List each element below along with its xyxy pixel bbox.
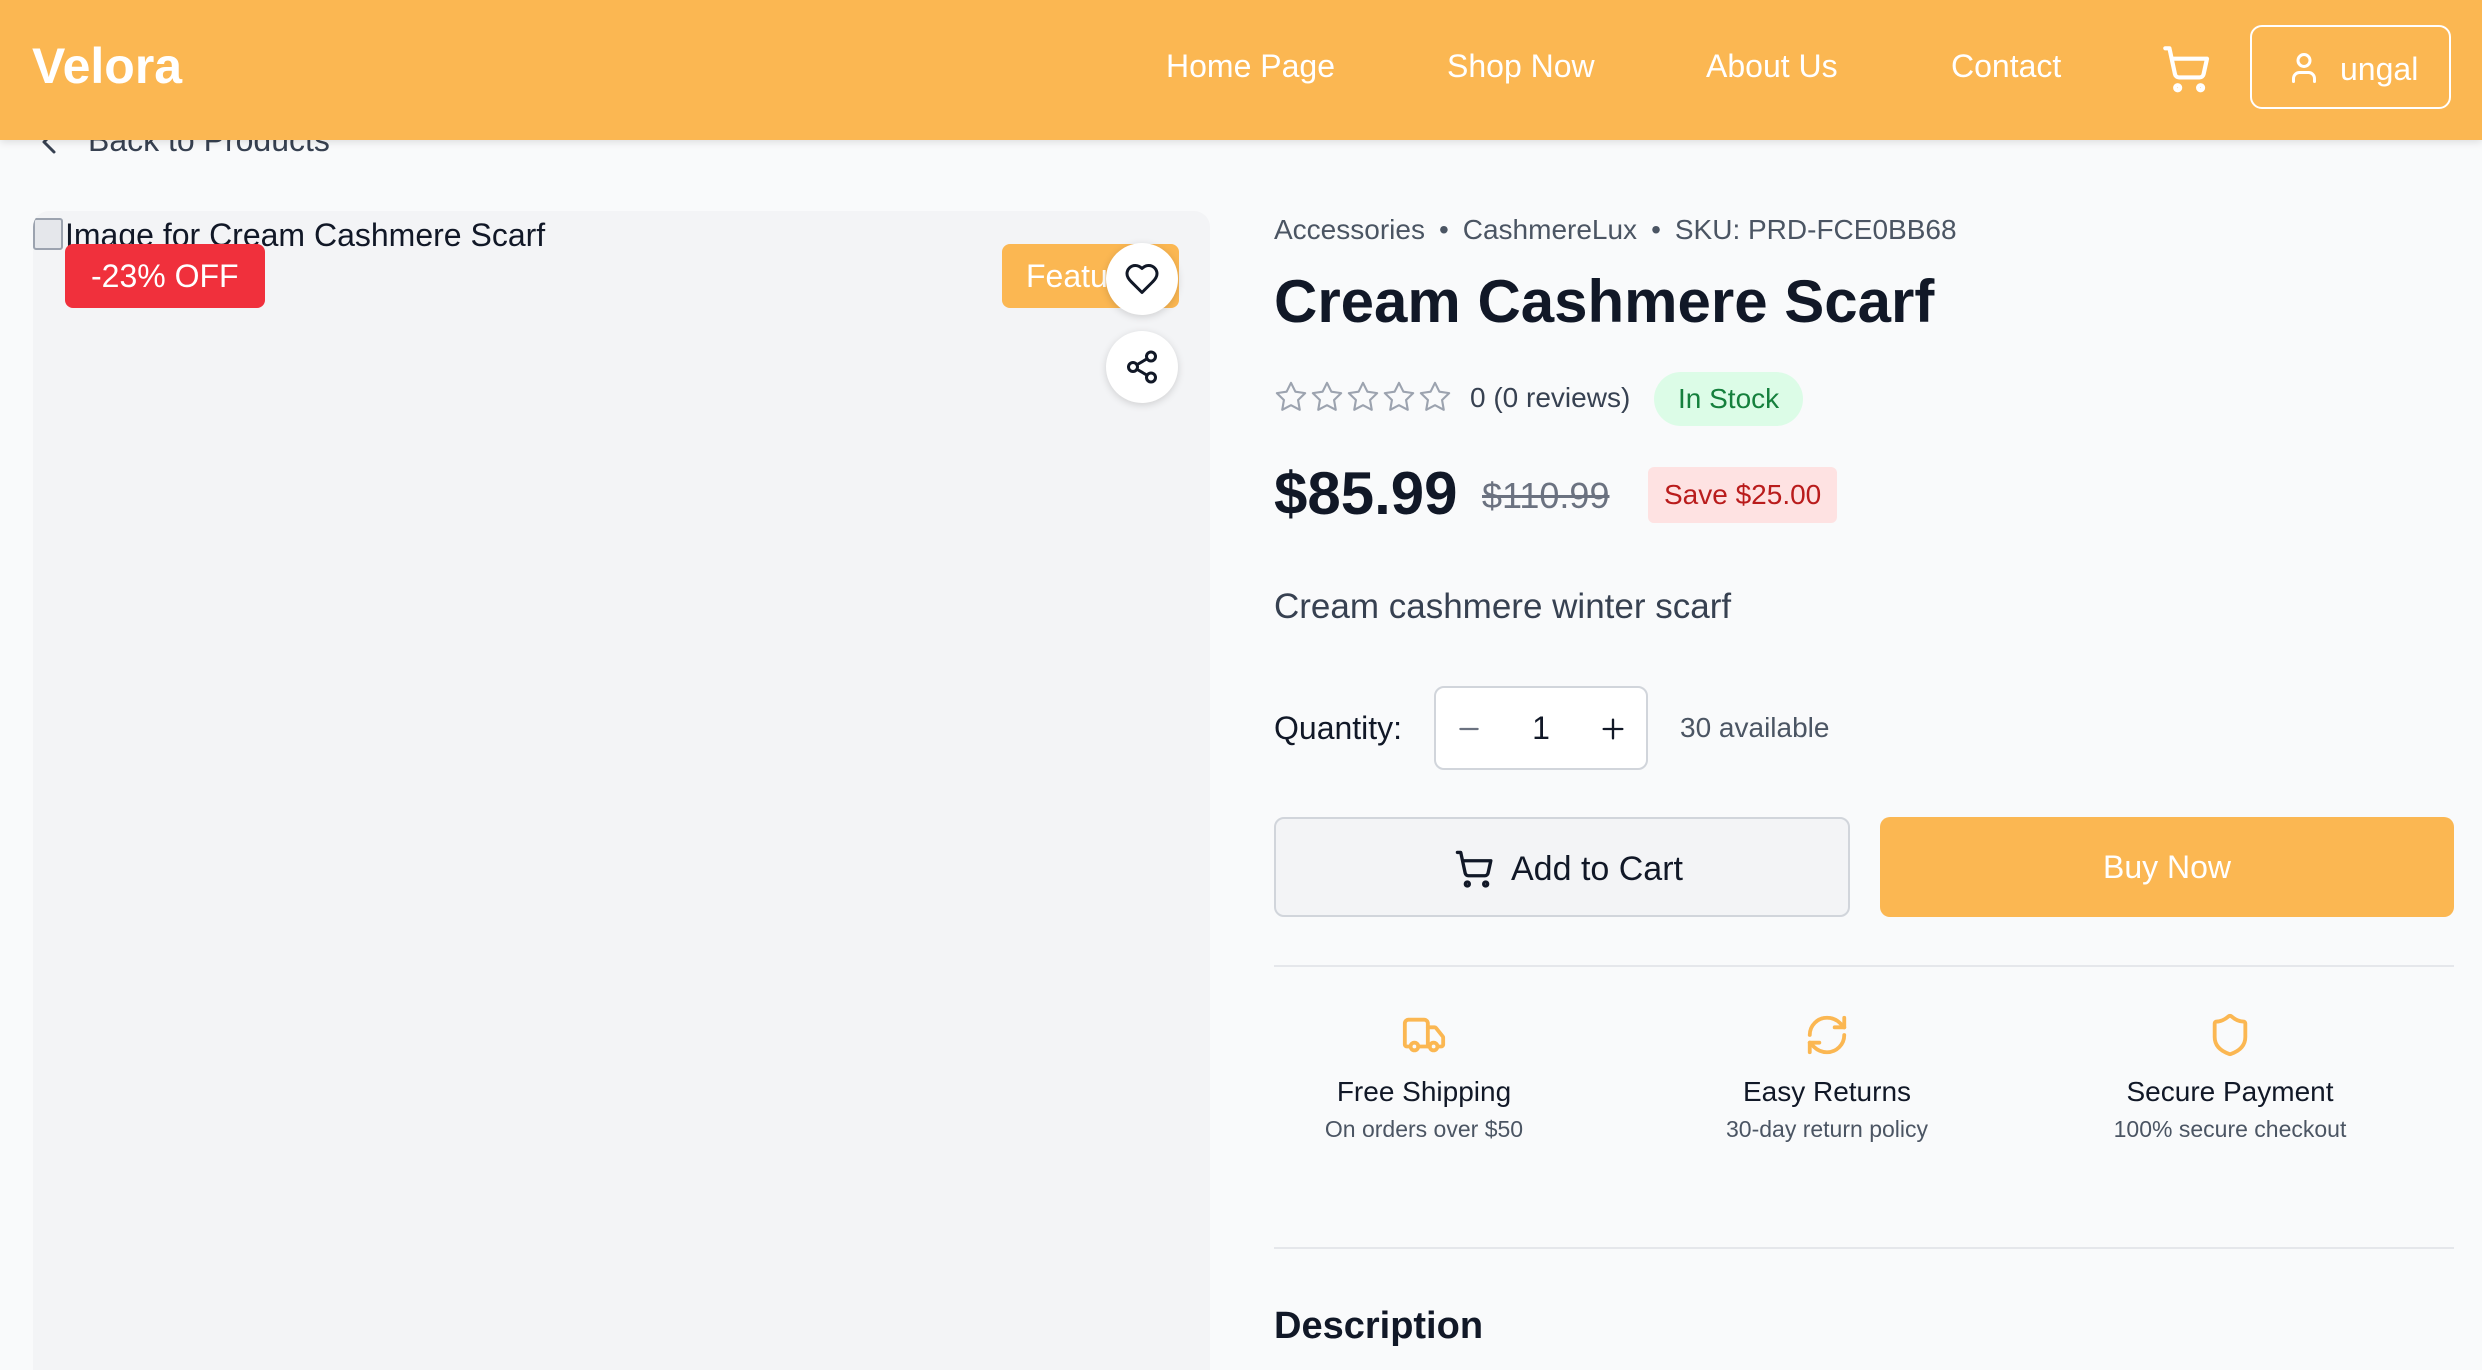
- divider: [1274, 1247, 2454, 1249]
- feature-subtitle: 30-day return policy: [1726, 1116, 1928, 1142]
- feature-easy-returns: Easy Returns 30-day return policy: [1627, 1012, 2027, 1144]
- star-icon: [1347, 381, 1379, 411]
- broken-image-icon: [33, 218, 63, 250]
- stock-status-badge: In Stock: [1654, 372, 1804, 426]
- brand-logo[interactable]: Velora: [32, 36, 182, 96]
- star-icon: [1311, 381, 1343, 411]
- product-title: Cream Cashmere Scarf: [1274, 268, 1935, 335]
- feature-title: Easy Returns: [1742, 1076, 1912, 1107]
- buy-now-button[interactable]: Buy Now: [1880, 817, 2454, 917]
- discount-badge: -23% OFF: [65, 244, 265, 308]
- user-icon: [2292, 53, 2316, 83]
- star-icon: [1419, 381, 1451, 411]
- product-page: Back to Products Velora Home Page Shop N…: [0, 0, 2482, 1370]
- feature-secure-payment: Secure Payment 100% secure checkout: [2030, 1012, 2430, 1144]
- shopping-cart-icon: [2163, 46, 2210, 93]
- original-price: $110.99: [1482, 475, 1610, 516]
- user-name: ungal: [2340, 51, 2419, 87]
- heart-icon: [1125, 264, 1159, 294]
- nav-home-page[interactable]: Home Page: [1166, 46, 1335, 86]
- rating-text: 0 (0 reviews): [1470, 382, 1631, 413]
- product-sku: SKU: PRD-FCE0BB68: [1674, 214, 1957, 245]
- feature-subtitle: On orders over $50: [1324, 1116, 1524, 1142]
- short-description: Cream cashmere winter scarf: [1274, 587, 1732, 626]
- rating-stars: [1274, 380, 1454, 416]
- add-to-cart-button[interactable]: Add to Cart: [1274, 817, 1850, 917]
- product-image-panel: Image for Cream Cashmere Scarf -23% OFF …: [33, 211, 1210, 1370]
- feature-subtitle: 100% secure checkout: [2113, 1116, 2347, 1142]
- share-button[interactable]: [1106, 331, 1178, 403]
- brand-name: CashmereLux: [1462, 214, 1638, 245]
- savings-badge: Save $25.00: [1648, 467, 1838, 523]
- increase-quantity-button[interactable]: [1580, 688, 1646, 768]
- truck-icon: [1402, 1017, 1446, 1053]
- description-heading: Description: [1274, 1305, 1484, 1347]
- shield-icon: [2212, 1013, 2248, 1057]
- shopping-cart-icon: [1455, 850, 1493, 888]
- quantity-label: Quantity:: [1274, 710, 1403, 746]
- minus-icon: [1459, 728, 1479, 731]
- feature-title: Free Shipping: [1336, 1076, 1512, 1107]
- nav-contact[interactable]: Contact: [1951, 46, 2061, 86]
- feature-free-shipping: Free Shipping On orders over $50: [1224, 1012, 1624, 1144]
- wishlist-button[interactable]: [1106, 243, 1178, 315]
- star-icon: [1383, 381, 1415, 411]
- share-icon: [1127, 350, 1157, 384]
- nav-shop-now[interactable]: Shop Now: [1447, 46, 1595, 86]
- quantity-stepper: 1: [1434, 686, 1648, 770]
- user-account-button[interactable]: ungal: [2250, 25, 2451, 109]
- quantity-value[interactable]: 1: [1502, 688, 1580, 768]
- add-to-cart-label: Add to Cart: [1511, 850, 1683, 888]
- product-meta: Accessories • CashmereLux • SKU: PRD-FCE0BB6…: [1274, 214, 1957, 245]
- product-info: Accessories • CashmereLux • SKU: PRD-FCE0BB6…: [1274, 0, 2454, 1370]
- current-price: $85.99: [1274, 460, 1458, 527]
- top-navbar: Velora Home Page Shop Now About Us Conta…: [0, 0, 2482, 140]
- divider: [1274, 965, 2454, 967]
- nav-about-us[interactable]: About Us: [1706, 46, 1838, 86]
- available-stock: 30 available: [1680, 712, 1830, 743]
- cart-button[interactable]: [2160, 44, 2212, 94]
- star-icon: [1275, 381, 1307, 411]
- category-link[interactable]: Accessories: [1274, 214, 1425, 245]
- feature-title: Secure Payment: [2126, 1076, 2334, 1107]
- refresh-icon: [1807, 1015, 1847, 1055]
- decrease-quantity-button[interactable]: [1436, 688, 1502, 768]
- plus-icon: [1602, 718, 1624, 740]
